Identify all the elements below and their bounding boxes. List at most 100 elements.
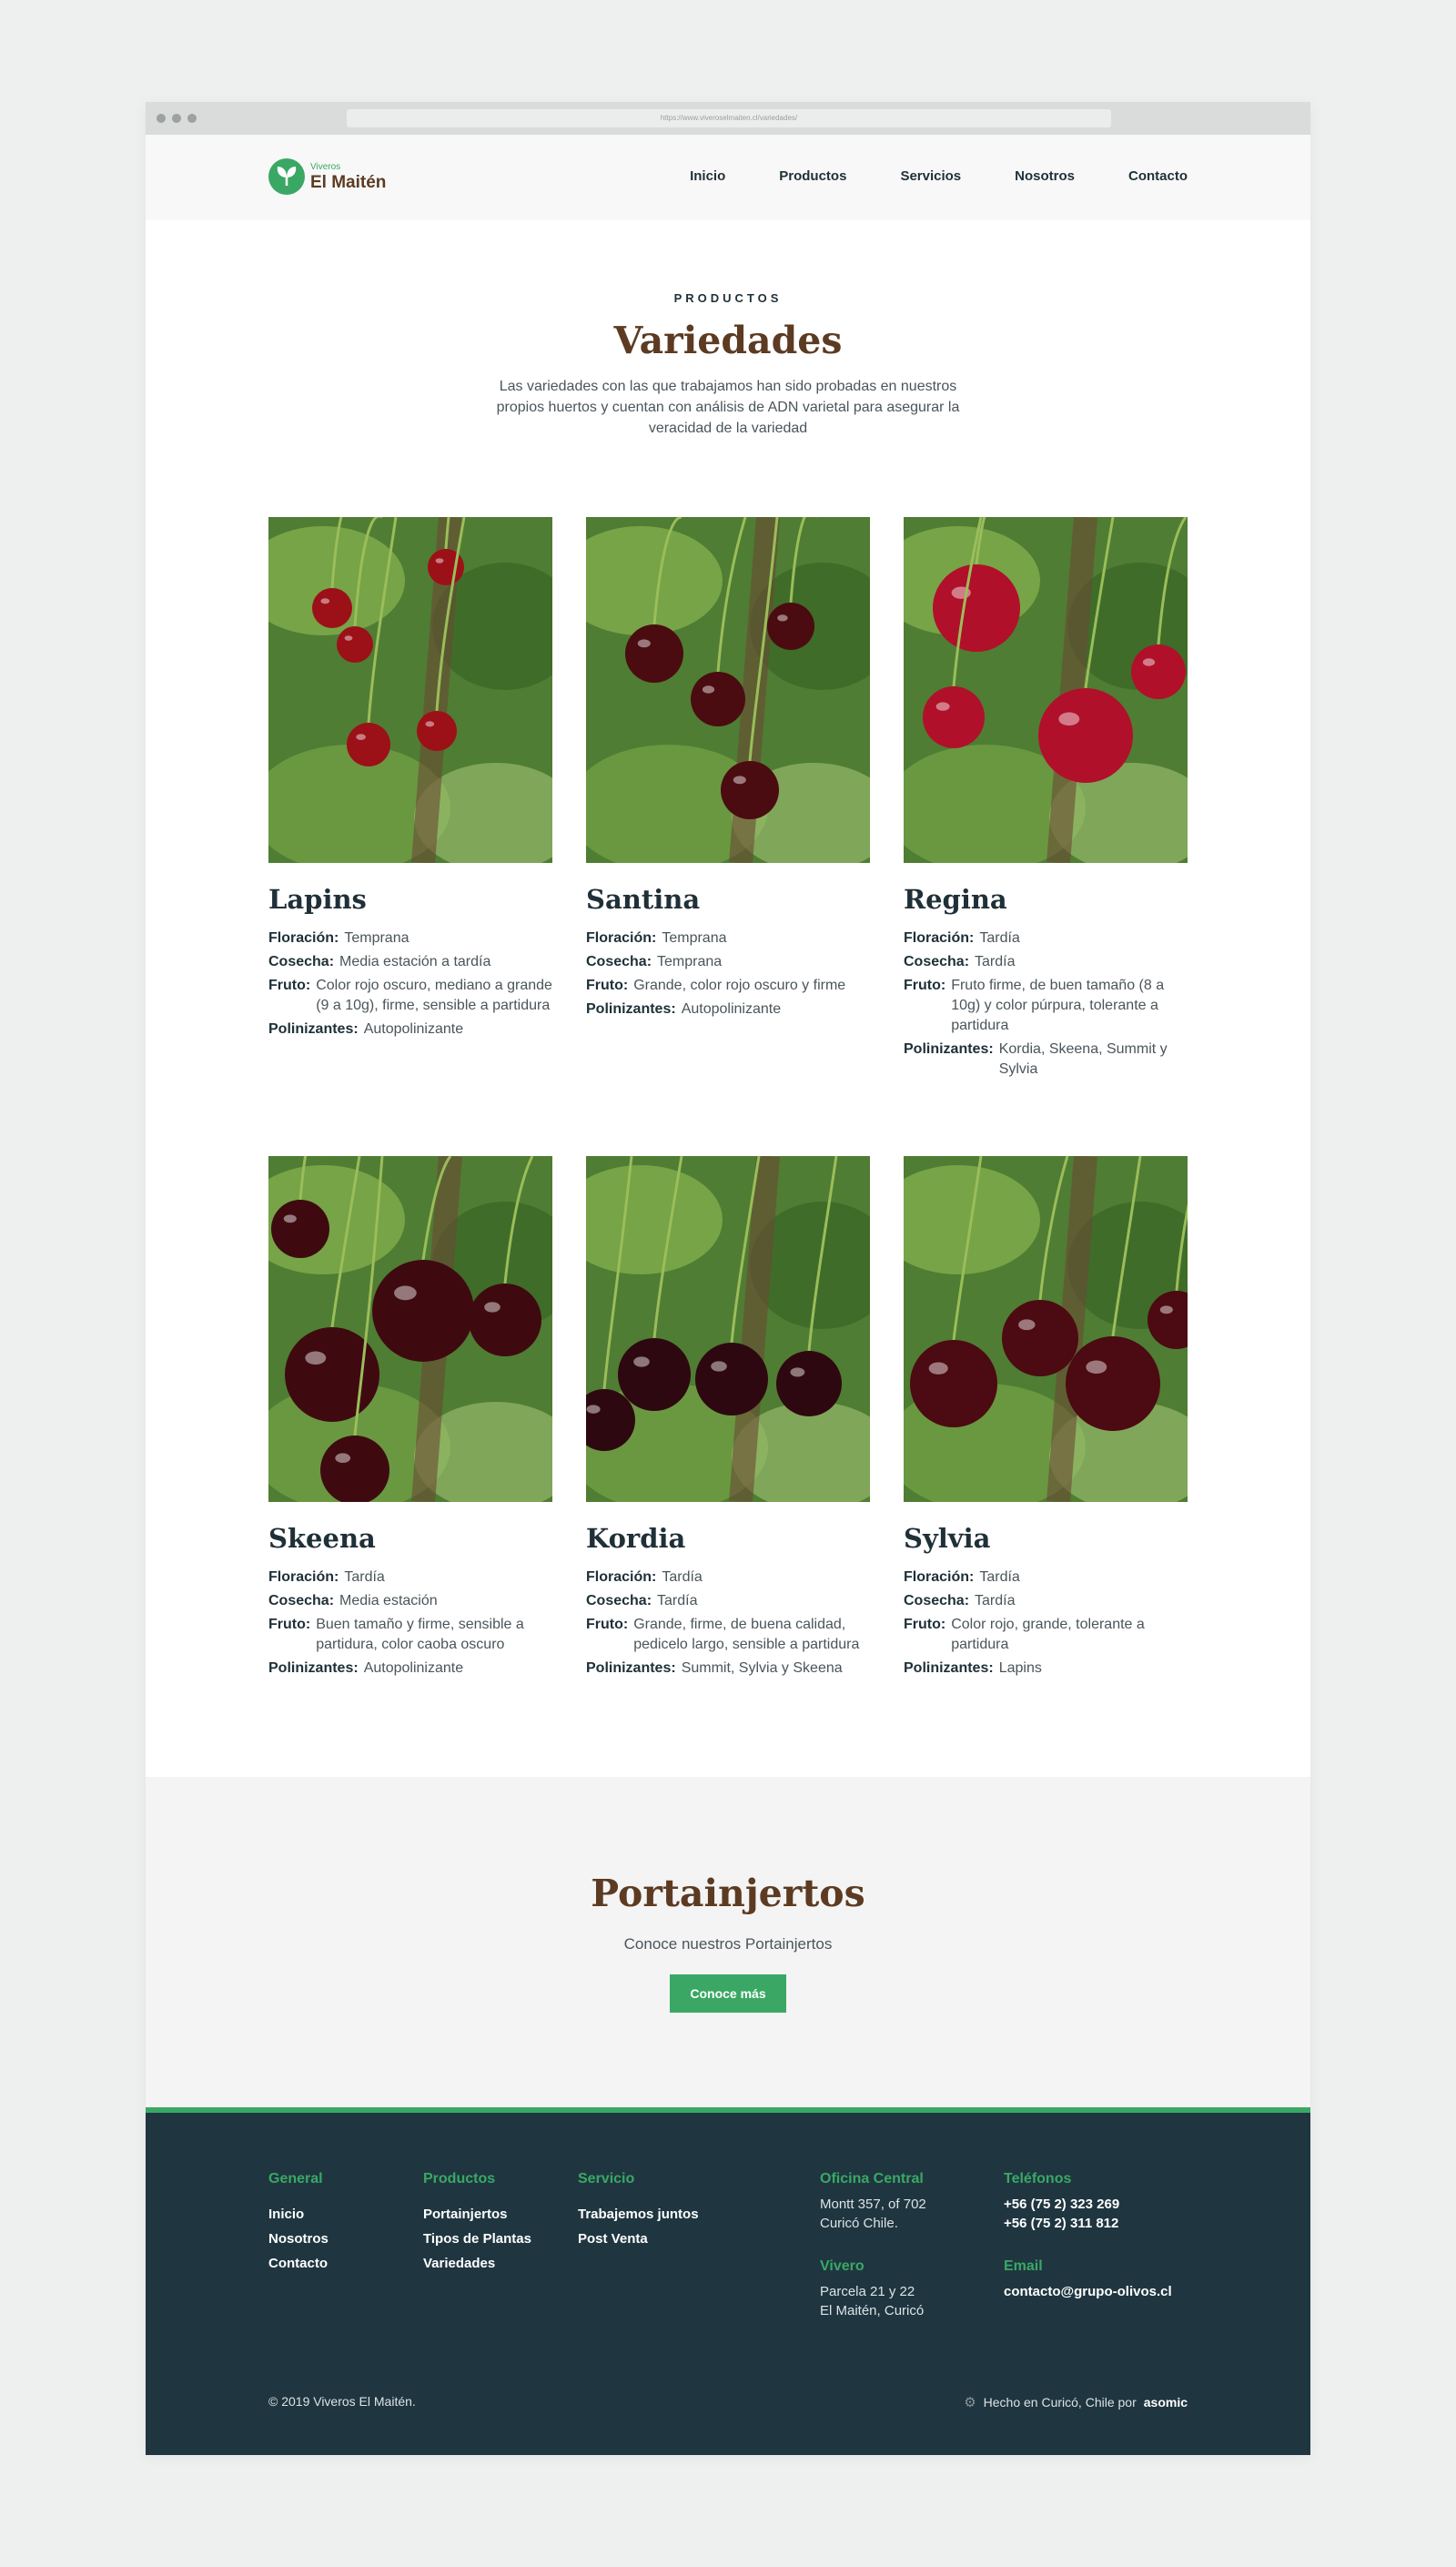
spec-value: Tardía — [975, 1593, 1016, 1608]
footer-link-contacto[interactable]: Contacto — [268, 2251, 329, 2276]
spec-value: Temprana — [657, 954, 723, 969]
variety-name: Regina — [904, 884, 1007, 915]
spec-label: Cosecha: — [904, 1593, 970, 1608]
footer-link-trabajemos[interactable]: Trabajemos juntos — [578, 2202, 699, 2227]
spec-cosecha: Cosecha: Tardía — [904, 952, 1188, 972]
phone-link[interactable]: +56 (75 2) 323 269 — [1004, 2195, 1172, 2214]
spec-polinizantes: Polinizantes: Autopolinizante — [268, 1659, 552, 1679]
spec-polinizantes: Polinizantes: Summit, Sylvia y Skeena — [586, 1659, 870, 1679]
spec-value: Lapins — [998, 1660, 1042, 1676]
logo-name: El Maitén — [310, 172, 387, 192]
spec-value: Tardía — [662, 1569, 703, 1585]
spec-value: Grande, firme, de buena calidad, pedicel… — [633, 1617, 860, 1652]
spec-label: Cosecha: — [904, 954, 970, 969]
rootstock-title: Portainjertos — [591, 1872, 865, 1915]
spec-fruto: Fruto: Fruto firme, de buen tamaño (8 a 1… — [904, 976, 1188, 1036]
spec-value: Color rojo, grande, tolerante a partidur… — [951, 1617, 1145, 1652]
email-link[interactable]: contacto@grupo-olivos.cl — [1004, 2282, 1172, 2301]
logo[interactable]: Viveros El Maitén — [268, 158, 386, 195]
nursery-address-line: Parcela 21 y 22 — [820, 2284, 915, 2299]
spec-label: Fruto: — [268, 1617, 311, 1632]
spec-label: Fruto: — [586, 1617, 629, 1632]
variety-photo — [268, 1156, 552, 1502]
variety-specs: Floración: Tardía Cosecha: Media estación … — [268, 1568, 552, 1679]
footer-link-inicio[interactable]: Inicio — [268, 2202, 329, 2227]
nav-nosotros[interactable]: Nosotros — [1015, 168, 1075, 184]
spec-label: Floración: — [268, 1569, 339, 1585]
office-address-line: Curicó Chile. — [820, 2216, 898, 2231]
spec-value: Temprana — [344, 930, 410, 946]
spec-floracion: Floración: Tardía — [904, 1568, 1188, 1588]
spec-label: Fruto: — [904, 978, 946, 993]
footer-heading: Oficina Central — [820, 2171, 924, 2187]
variety-card: Santina Floración: Temprana Cosecha: Tempr… — [586, 517, 870, 1156]
spec-value: Autopolinizante — [363, 1660, 464, 1676]
variety-name: Santina — [586, 884, 701, 915]
spec-polinizantes: Polinizantes: Kordia, Skeena, Summit y Sy… — [904, 1040, 1188, 1080]
nav-servicios[interactable]: Servicios — [900, 168, 961, 184]
variety-specs: Floración: Tardía Cosecha: Tardía Fruto: Co… — [904, 1568, 1188, 1679]
window-close-dot[interactable] — [157, 114, 166, 123]
spec-cosecha: Cosecha: Media estación a tardía — [268, 952, 552, 972]
footer-link-nosotros[interactable]: Nosotros — [268, 2227, 329, 2251]
variety-specs: Floración: Temprana Cosecha: Temprana Frut… — [586, 928, 870, 1020]
spec-label: Floración: — [268, 930, 339, 946]
variety-card: Lapins Floración: Temprana Cosecha: Media … — [268, 517, 552, 1156]
spec-floracion: Floración: Tardía — [586, 1568, 870, 1588]
phone-link[interactable]: +56 (75 2) 311 812 — [1004, 2214, 1172, 2233]
spec-label: Polinizantes: — [586, 1660, 676, 1676]
spec-cosecha: Cosecha: Media estación — [268, 1591, 552, 1611]
spec-label: Fruto: — [268, 978, 311, 993]
spec-value: Color rojo oscuro, mediano a grande (9 a… — [316, 978, 552, 1013]
browser-window: https://www.viveroselmaiten.cl/variedade… — [146, 102, 1310, 2455]
spec-fruto: Fruto: Color rojo, grande, tolerante a pa… — [904, 1615, 1188, 1655]
copyright: © 2019 Viveros El Maitén. — [268, 2394, 416, 2409]
variety-name: Lapins — [268, 884, 367, 915]
variety-card: Kordia Floración: Tardía Cosecha: Tardía F… — [586, 1156, 870, 1739]
spec-value: Grande, color rojo oscuro y firme — [633, 978, 846, 993]
office-address-line: Montt 357, of 702 — [820, 2197, 926, 2212]
footer-link-portainjertos[interactable]: Portainjertos — [423, 2202, 531, 2227]
spec-value: Tardía — [657, 1593, 698, 1608]
leaf-icon — [268, 158, 305, 195]
variety-specs: Floración: Tardía Cosecha: Tardía Fruto: Fr… — [904, 928, 1188, 1080]
site-header: Viveros El Maitén Inicio Productos Servi… — [146, 135, 1310, 220]
spec-label: Cosecha: — [586, 954, 652, 969]
spec-floracion: Floración: Tardía — [268, 1568, 552, 1588]
variety-name: Sylvia — [904, 1523, 991, 1554]
agency-link[interactable]: asomic — [1144, 2395, 1188, 2410]
nav-contacto[interactable]: Contacto — [1128, 168, 1188, 184]
spec-value: Autopolinizante — [363, 1021, 464, 1037]
intro-section: PRODUCTOS Variedades Las variedades con … — [146, 291, 1310, 439]
site-footer: General Inicio Nosotros Contacto Product… — [146, 2107, 1310, 2455]
footer-link-post-venta[interactable]: Post Venta — [578, 2227, 699, 2251]
spec-value: Autopolinizante — [681, 1001, 782, 1017]
variety-photo — [586, 1156, 870, 1502]
spec-polinizantes: Polinizantes: Lapins — [904, 1659, 1188, 1679]
learn-more-button[interactable]: Conoce más — [670, 1974, 786, 2013]
intro-text: Las variedades con las que trabajamos ha… — [496, 379, 960, 436]
footer-heading: General — [268, 2171, 323, 2187]
footer-link-tipos-plantas[interactable]: Tipos de Plantas — [423, 2227, 531, 2251]
variety-photo — [904, 1156, 1188, 1502]
spec-label: Polinizantes: — [586, 1001, 676, 1017]
footer-col-servicio: Servicio Trabajemos juntos Post Venta — [578, 2171, 699, 2251]
spec-value: Tardía — [979, 1569, 1020, 1585]
footer-link-variedades[interactable]: Variedades — [423, 2251, 531, 2276]
spec-label: Cosecha: — [586, 1593, 652, 1608]
window-maximize-dot[interactable] — [187, 114, 197, 123]
nursery-address-line: El Maitén, Curicó — [820, 2303, 925, 2318]
nav-productos[interactable]: Productos — [779, 168, 846, 184]
address-bar[interactable]: https://www.viveroselmaiten.cl/variedade… — [347, 109, 1111, 127]
spec-label: Polinizantes: — [268, 1660, 359, 1676]
logo-tagline: Viveros — [310, 161, 341, 172]
spec-label: Cosecha: — [268, 954, 335, 969]
page-title: Variedades — [613, 319, 843, 362]
variety-photo — [904, 517, 1188, 863]
rootstock-subtitle: Conoce nuestros Portainjertos — [623, 1935, 833, 1953]
window-minimize-dot[interactable] — [172, 114, 181, 123]
footer-heading: Productos — [423, 2171, 496, 2187]
spec-label: Polinizantes: — [904, 1660, 994, 1676]
nav-inicio[interactable]: Inicio — [690, 168, 725, 184]
footer-col-contact: Teléfonos +56 (75 2) 323 269 +56 (75 2) … — [1004, 2171, 1172, 2301]
